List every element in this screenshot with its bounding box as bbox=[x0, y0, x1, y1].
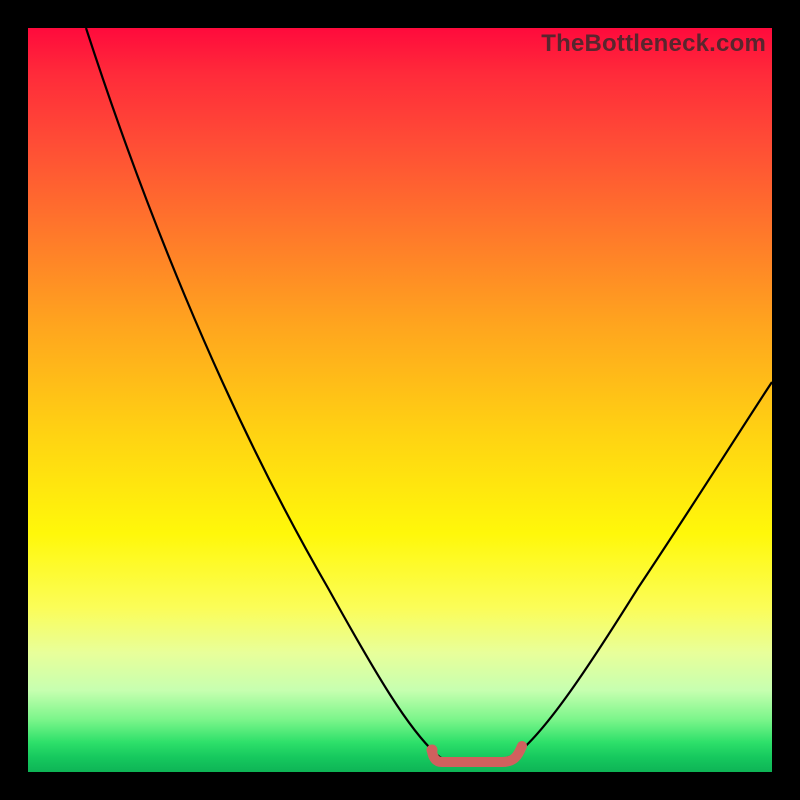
bottleneck-curve bbox=[86, 28, 772, 763]
optimal-zone-start-dot bbox=[427, 745, 438, 756]
curve-layer bbox=[28, 28, 772, 772]
optimal-zone-marker bbox=[432, 746, 522, 762]
chart-frame: TheBottleneck.com bbox=[0, 0, 800, 800]
plot-area: TheBottleneck.com bbox=[28, 28, 772, 772]
